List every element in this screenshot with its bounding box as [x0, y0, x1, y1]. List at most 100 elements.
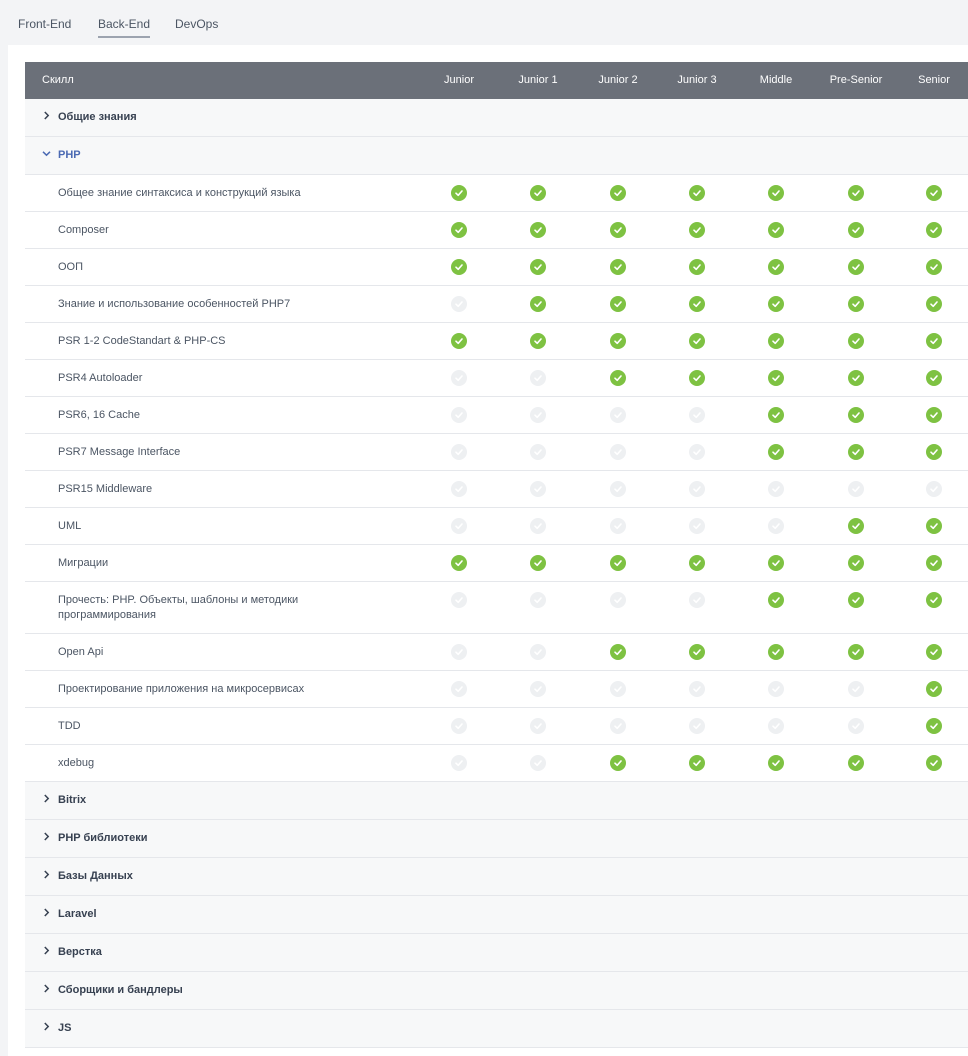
check-circle-empty-icon — [768, 518, 784, 534]
skill-label: UML — [58, 520, 82, 532]
check-circle-icon — [610, 185, 626, 201]
check-circle-empty-icon — [610, 718, 626, 734]
skill-row: Миграции — [25, 545, 968, 582]
skill-label: TDD — [58, 720, 81, 732]
group-row[interactable]: PHP библиотеки — [25, 820, 968, 858]
check-circle-icon — [530, 222, 546, 238]
group-row[interactable]: Общие знания — [25, 99, 968, 137]
group-row[interactable]: JS — [25, 1010, 968, 1048]
group-toggle[interactable]: PHP библиотеки — [42, 820, 148, 857]
check-circle-empty-icon — [530, 444, 546, 460]
check-circle-icon — [926, 222, 942, 238]
check-circle-icon — [451, 222, 467, 238]
check-circle-empty-icon — [451, 444, 467, 460]
check-circle-icon — [926, 333, 942, 349]
tab-bar: Front-End Back-End DevOps — [0, 0, 968, 44]
check-circle-icon — [610, 755, 626, 771]
group-toggle[interactable]: Bitrix — [42, 782, 86, 819]
skill-row: PSR 1-2 CodeStandart & PHP-CS — [25, 323, 968, 360]
tab-front-end[interactable]: Front-End — [18, 0, 71, 39]
chevron-right-icon — [42, 896, 52, 933]
check-circle-empty-icon — [451, 481, 467, 497]
check-circle-icon — [848, 444, 864, 460]
check-circle-icon — [926, 444, 942, 460]
group-toggle[interactable]: Сборщики и бандлеры — [42, 972, 183, 1009]
check-circle-empty-icon — [530, 592, 546, 608]
chevron-right-icon — [42, 972, 52, 1009]
check-circle-empty-icon — [451, 681, 467, 697]
chevron-down-icon — [42, 137, 52, 174]
group-toggle[interactable]: Общие знания — [42, 99, 137, 136]
check-circle-empty-icon — [689, 481, 705, 497]
check-circle-icon — [768, 407, 784, 423]
skill-label: Open Api — [58, 646, 104, 658]
check-circle-empty-icon — [451, 718, 467, 734]
skill-row: PSR4 Autoloader — [25, 360, 968, 397]
check-circle-empty-icon — [768, 718, 784, 734]
check-circle-empty-icon — [689, 681, 705, 697]
group-label: Сборщики и бандлеры — [58, 984, 183, 996]
check-circle-icon — [768, 185, 784, 201]
check-circle-icon — [926, 592, 942, 608]
check-circle-empty-icon — [530, 718, 546, 734]
chevron-right-icon — [42, 858, 52, 895]
check-circle-empty-icon — [530, 755, 546, 771]
skill-label: Прочесть: PHP. Объекты, шаблоны и методи… — [58, 594, 299, 621]
skill-row: Общее знание синтаксиса и конструкций яз… — [25, 175, 968, 212]
check-circle-icon — [451, 185, 467, 201]
check-circle-icon — [689, 555, 705, 571]
skill-label: Проектирование приложения на микросервис… — [58, 683, 305, 695]
skill-label: PSR7 Message Interface — [58, 446, 181, 458]
group-toggle[interactable]: Базы Данных — [42, 858, 133, 895]
table-header: Скилл Junior Junior 1 Junior 2 Junior 3 … — [25, 62, 968, 99]
header-skill: Скилл — [42, 74, 74, 86]
skill-row: TDD — [25, 708, 968, 745]
check-circle-empty-icon — [689, 444, 705, 460]
check-circle-icon — [926, 185, 942, 201]
check-circle-icon — [926, 555, 942, 571]
check-circle-icon — [926, 370, 942, 386]
group-row[interactable]: Сборщики и бандлеры — [25, 972, 968, 1010]
skill-label: PSR4 Autoloader — [58, 372, 143, 384]
tab-back-end[interactable]: Back-End — [98, 0, 151, 38]
skill-row: PSR7 Message Interface — [25, 434, 968, 471]
group-toggle[interactable]: JS — [42, 1010, 71, 1047]
check-circle-empty-icon — [768, 481, 784, 497]
skill-label: PSR 1-2 CodeStandart & PHP-CS — [58, 335, 226, 347]
check-circle-empty-icon — [768, 681, 784, 697]
table-body: Общие знания PHP Общее знание синтаксиса и… — [25, 99, 968, 1048]
group-label: Laravel — [58, 908, 97, 920]
check-circle-icon — [926, 518, 942, 534]
skill-label: Миграции — [58, 557, 109, 569]
skill-label: PSR15 Middleware — [58, 483, 153, 495]
group-toggle[interactable]: Верстка — [42, 934, 102, 971]
check-circle-icon — [926, 296, 942, 312]
check-circle-icon — [848, 185, 864, 201]
group-toggle[interactable]: PHP — [42, 137, 81, 174]
check-circle-empty-icon — [926, 481, 942, 497]
check-circle-icon — [610, 370, 626, 386]
group-label: Общие знания — [58, 111, 137, 123]
group-row[interactable]: Laravel — [25, 896, 968, 934]
check-circle-icon — [451, 555, 467, 571]
group-row[interactable]: Базы Данных — [25, 858, 968, 896]
check-circle-empty-icon — [610, 444, 626, 460]
check-circle-empty-icon — [530, 407, 546, 423]
check-circle-icon — [530, 333, 546, 349]
check-circle-icon — [926, 407, 942, 423]
group-row[interactable]: Bitrix — [25, 782, 968, 820]
chevron-right-icon — [42, 782, 52, 819]
skills-table: Скилл Junior Junior 1 Junior 2 Junior 3 … — [25, 62, 968, 1048]
skill-row: Проектирование приложения на микросервис… — [25, 671, 968, 708]
check-circle-icon — [768, 296, 784, 312]
tab-devops[interactable]: DevOps — [175, 0, 218, 39]
group-toggle[interactable]: Laravel — [42, 896, 97, 933]
header-level-junior-2: Junior 2 — [598, 74, 638, 86]
header-level-pre-senior: Pre-Senior — [829, 74, 883, 86]
skill-row: ООП — [25, 249, 968, 286]
check-circle-icon — [848, 296, 864, 312]
group-row[interactable]: Верстка — [25, 934, 968, 972]
group-row[interactable]: PHP — [25, 137, 968, 175]
content-panel: Скилл Junior Junior 1 Junior 2 Junior 3 … — [8, 45, 968, 1056]
check-circle-icon — [848, 407, 864, 423]
